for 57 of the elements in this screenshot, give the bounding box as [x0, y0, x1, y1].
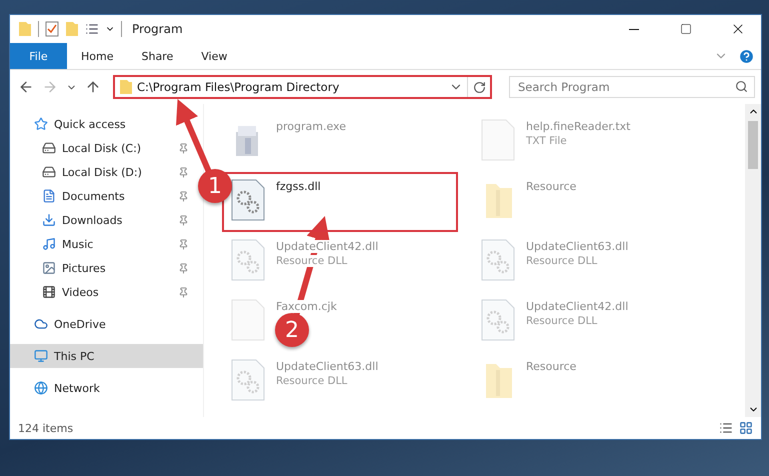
maximize-icon: [680, 23, 692, 35]
sidebar-item[interactable]: Documents: [10, 184, 197, 208]
folder-icon: [18, 21, 32, 37]
film-icon: [42, 285, 56, 299]
file-name: UpdateClient42.dll: [526, 300, 628, 313]
file-type: TXT File: [526, 135, 567, 147]
monitor-icon: [34, 349, 48, 363]
file-type: Resource DLL: [526, 255, 598, 267]
sidebar-item[interactable]: Videos: [10, 280, 197, 304]
item-count: 124 items: [18, 422, 74, 434]
globe-icon: [34, 381, 48, 395]
scroll-thumb[interactable]: [748, 121, 758, 169]
file-name: help.fineReader.txt: [526, 120, 630, 133]
file-name: UpdateClient63.dll: [276, 360, 378, 373]
drive-icon: [42, 141, 56, 155]
file-name: UpdateClient63.dll: [526, 240, 628, 253]
file-type: Resource DLL: [276, 255, 348, 267]
minimize-icon: [629, 28, 639, 30]
sidebar-item[interactable]: Music: [10, 232, 197, 256]
file-name: fzgss.dll: [276, 180, 321, 193]
window-title: Program: [132, 22, 184, 36]
help-icon[interactable]: [738, 48, 755, 64]
search-icon: [735, 80, 748, 93]
cloud-icon: [34, 317, 48, 331]
large-icons-view-icon[interactable]: [739, 421, 753, 435]
file-name: Faxcom.cjk: [276, 300, 337, 313]
address-path: C:\Program Files\Program Directory: [137, 80, 340, 94]
star-icon: [34, 117, 48, 131]
folder-icon: [119, 79, 133, 95]
music-icon: [42, 237, 56, 251]
sidebar-item[interactable]: Quick access: [10, 112, 197, 136]
ribbon-tab[interactable]: Share: [127, 43, 188, 69]
sidebar-item[interactable]: Downloads: [10, 208, 197, 232]
sidebar-item[interactable]: Pictures: [10, 256, 197, 280]
sidebar-item[interactable]: Network: [10, 376, 197, 400]
file-name: Resource: [526, 360, 576, 373]
sidebar-item[interactable]: Local Disk (C:): [10, 136, 197, 160]
file-type: Resource DLL: [526, 315, 598, 327]
file-name: UpdateClient42.dll: [276, 240, 378, 253]
search-field[interactable]: Search Program: [509, 76, 755, 98]
address-bar[interactable]: C:\Program Files\Program Directory: [113, 75, 492, 99]
file-type: Resource DLL: [276, 375, 348, 387]
details-view-icon[interactable]: [719, 421, 733, 435]
document-icon: [42, 189, 56, 203]
download-icon: [42, 213, 56, 227]
picture-icon: [42, 261, 56, 275]
ribbon-tab[interactable]: File: [10, 43, 67, 69]
list-icon[interactable]: [85, 22, 99, 36]
refresh-icon: [472, 80, 486, 94]
sidebar-item[interactable]: OneDrive: [10, 312, 197, 336]
ribbon-tab[interactable]: Home: [67, 43, 128, 69]
properties-icon[interactable]: [45, 21, 59, 37]
sidebar-item[interactable]: This PC: [10, 344, 203, 368]
sidebar-item[interactable]: Local Disk (D:): [10, 160, 197, 184]
drive-icon: [42, 165, 56, 179]
file-name: Resource: [526, 180, 576, 193]
ribbon-tab[interactable]: View: [187, 43, 242, 69]
